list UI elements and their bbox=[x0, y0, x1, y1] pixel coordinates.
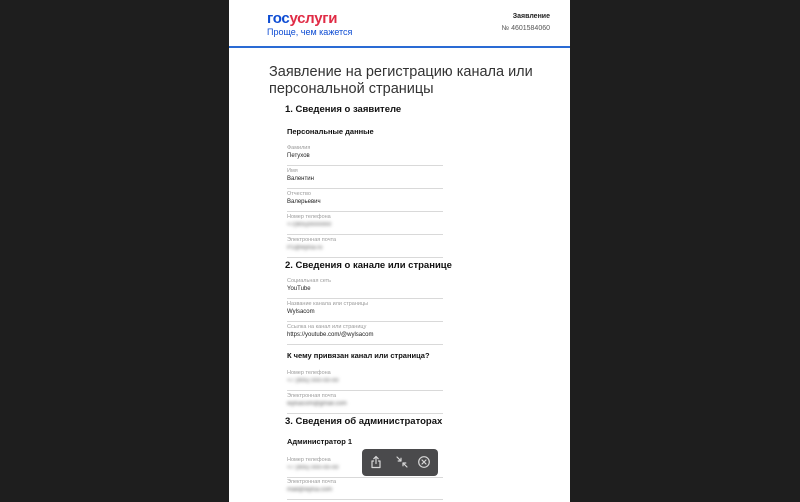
field-value: Wylsacom bbox=[287, 309, 315, 315]
field-value: Валентин bbox=[287, 176, 314, 182]
document-header: госуслуги Проще, чем кажется Заявление №… bbox=[229, 0, 570, 48]
field-name: Имя Валентин bbox=[287, 167, 443, 189]
field-label: Номер телефона bbox=[287, 214, 331, 220]
viewer-toolbar bbox=[362, 449, 438, 476]
field-value-redacted: +7(905)0000000 bbox=[287, 222, 332, 228]
logo-tagline: Проще, чем кажется bbox=[267, 27, 353, 37]
section-channel-heading: 2. Сведения о канале или странице bbox=[285, 260, 452, 271]
binding-subheading: К чему привязан канал или страница? bbox=[287, 351, 430, 360]
collapse-icon[interactable] bbox=[395, 455, 409, 469]
field-label: Электронная почта bbox=[287, 393, 337, 399]
field-email: Электронная почта P1@wylsa.ru bbox=[287, 236, 443, 258]
personal-data-subheading: Персональные данные bbox=[287, 127, 374, 136]
gosuslugi-logo: госуслуги bbox=[267, 10, 337, 27]
field-label: Электронная почта bbox=[287, 479, 337, 485]
field-label: Отчество bbox=[287, 191, 311, 197]
field-label: Социальная сеть bbox=[287, 278, 331, 284]
section-admins-heading: 3. Сведения об администраторах bbox=[285, 416, 443, 427]
share-icon[interactable] bbox=[369, 455, 383, 469]
field-value-redacted: P1@wylsa.ru bbox=[287, 245, 323, 251]
field-label: Ссылка на канал или страницу bbox=[287, 324, 367, 330]
document-page: госуслуги Проще, чем кажется Заявление №… bbox=[229, 0, 570, 502]
field-value-redacted: +7 (905) 000-00-00 bbox=[287, 378, 339, 384]
field-admin-email: Электронная почта mail@wylsa.com bbox=[287, 478, 443, 500]
field-value: Валерьевич bbox=[287, 199, 321, 205]
page-title: Заявление на регистрацию канала или перс… bbox=[269, 64, 533, 97]
document-number: № 4601584060 bbox=[501, 25, 550, 32]
admin-1-subheading: Администратор 1 bbox=[287, 437, 353, 446]
field-label: Имя bbox=[287, 168, 298, 174]
field-binding-phone: Номер телефона +7 (905) 000-00-00 bbox=[287, 369, 443, 391]
field-label: Фамилия bbox=[287, 145, 311, 151]
field-label: Электронная почта bbox=[287, 237, 337, 243]
field-patronymic: Отчество Валерьевич bbox=[287, 190, 443, 212]
field-value-redacted: mail@wylsa.com bbox=[287, 487, 333, 493]
field-surname: Фамилия Петухов bbox=[287, 144, 443, 166]
field-channel-link: Ссылка на канал или страницу https://you… bbox=[287, 323, 443, 345]
field-label: Номер телефона bbox=[287, 370, 331, 376]
close-icon[interactable] bbox=[417, 455, 431, 469]
logo-part-uslugi: услуги bbox=[289, 10, 338, 27]
field-value: YouTube bbox=[287, 286, 311, 292]
logo-part-gos: гос bbox=[267, 10, 290, 27]
field-value-redacted: wylsacom@gmail.com bbox=[287, 401, 347, 407]
field-phone: Номер телефона +7(905)0000000 bbox=[287, 213, 443, 235]
field-value: https://youtube.com/@wylsacom bbox=[287, 332, 374, 338]
field-value: Петухов bbox=[287, 153, 310, 159]
field-social-network: Социальная сеть YouTube bbox=[287, 277, 443, 299]
section-applicant-heading: 1. Сведения о заявителе bbox=[285, 104, 402, 115]
field-label: Название канала или страницы bbox=[287, 301, 369, 307]
field-channel-name: Название канала или страницы Wylsacom bbox=[287, 300, 443, 322]
field-binding-email: Электронная почта wylsacom@gmail.com bbox=[287, 392, 443, 414]
document-type-label: Заявление bbox=[512, 13, 550, 20]
